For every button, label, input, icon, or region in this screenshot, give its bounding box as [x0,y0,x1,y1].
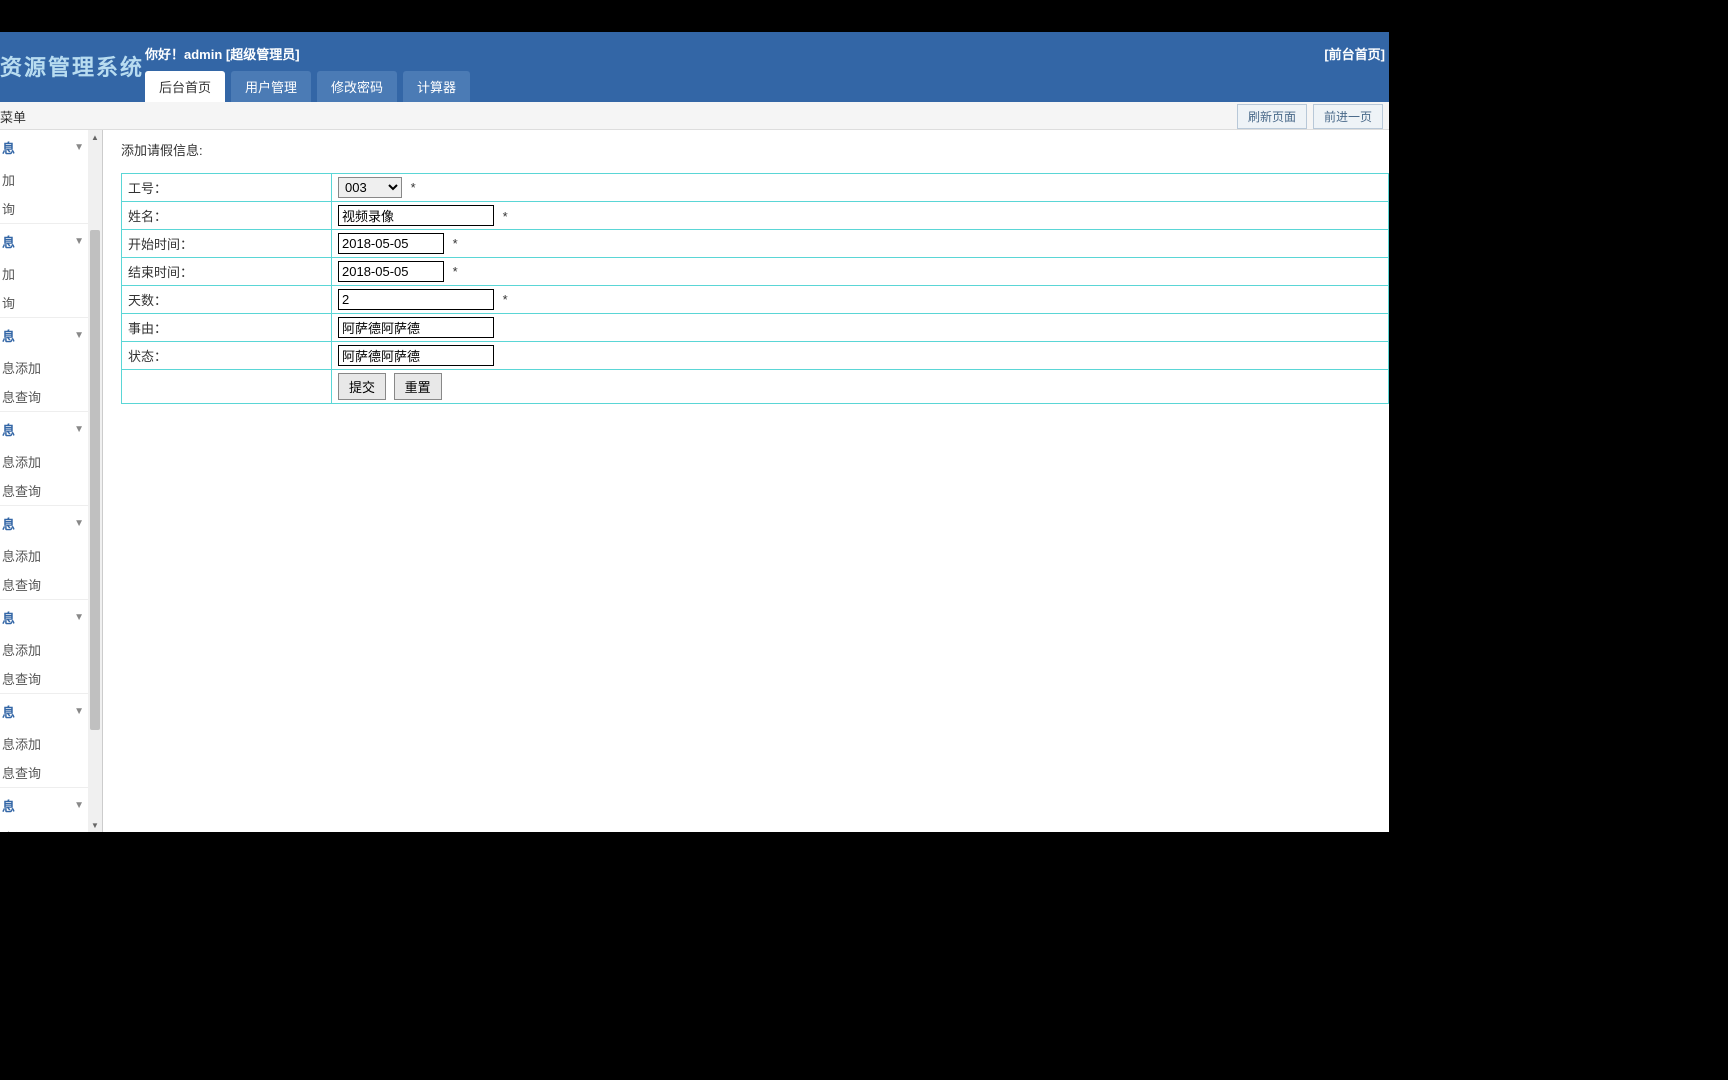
sidebar-item[interactable]: 息查询 [0,664,102,693]
required-star: * [503,292,508,307]
submit-button[interactable]: 提交 [338,373,386,400]
sidebar-item[interactable]: 息添加 [0,353,102,382]
start-time-label: 开始时间： [122,230,332,258]
sidebar-group-head[interactable]: 息▼ [0,506,102,541]
sidebar-item[interactable]: 息添加 [0,635,102,664]
start-time-input[interactable] [338,233,444,254]
sidebar-item[interactable]: 息查询 [0,570,102,599]
greeting-text: 你好！admin [超级管理员] [145,44,300,63]
status-label: 状态： [122,342,332,370]
chevron-down-icon: ▼ [74,800,84,811]
tab-user-mgmt[interactable]: 用户管理 [231,71,311,102]
required-star: * [453,264,458,279]
chevron-down-icon: ▼ [74,706,84,717]
sidebar-group-head[interactable]: 息▼ [0,600,102,635]
sidebar-item[interactable]: 询 [0,288,102,317]
reason-label: 事由： [122,314,332,342]
sidebar-group-label: 息 [2,326,15,345]
days-label: 天数： [122,286,332,314]
sidebar-group-label: 息 [2,514,15,533]
end-time-input[interactable] [338,261,444,282]
tab-backend-home[interactable]: 后台首页 [145,71,225,102]
sidebar-group-head[interactable]: 息▼ [0,788,102,823]
toolbar: 菜单 刷新页面 前进一页 [0,102,1389,130]
sidebar-group-label: 息 [2,232,15,251]
name-label: 姓名： [122,202,332,230]
scroll-down-icon[interactable]: ▼ [90,820,100,830]
chevron-down-icon: ▼ [74,142,84,153]
end-time-label: 结束时间： [122,258,332,286]
sidebar: 息▼加询息▼加询息▼息添加息查询息▼息添加息查询息▼息添加息查询息▼息添加息查询… [0,130,103,832]
sidebar-group-label: 息 [2,138,15,157]
sidebar-group-label: 息 [2,702,15,721]
sidebar-item[interactable]: 询 [0,194,102,223]
chevron-down-icon: ▼ [74,330,84,341]
emp-id-select[interactable]: 003 [338,177,402,198]
sidebar-item[interactable]: 息查询 [0,758,102,787]
form-title: 添加请假信息: [121,140,1389,159]
front-homepage-link[interactable]: [前台首页] [1324,44,1385,63]
tab-calculator[interactable]: 计算器 [403,71,470,102]
sidebar-item[interactable]: 息查询 [0,476,102,505]
tab-change-pwd[interactable]: 修改密码 [317,71,397,102]
sidebar-group-label: 息 [2,796,15,815]
required-star: * [503,209,508,224]
status-input[interactable] [338,345,494,366]
chevron-down-icon: ▼ [74,424,84,435]
chevron-down-icon: ▼ [74,612,84,623]
sidebar-group-label: 息 [2,608,15,627]
sidebar-group-label: 息 [2,420,15,439]
days-input[interactable] [338,289,494,310]
form-table: 工号： 003 * 姓名： * 开始时间： [121,173,1389,404]
sidebar-item[interactable]: 息添加 [0,823,102,832]
sidebar-item[interactable]: 加 [0,165,102,194]
sidebar-item[interactable]: 加 [0,259,102,288]
sidebar-group-head[interactable]: 息▼ [0,130,102,165]
sidebar-item[interactable]: 息添加 [0,447,102,476]
required-star: * [453,236,458,251]
empty-label [122,370,332,404]
sidebar-group-head[interactable]: 息▼ [0,318,102,353]
system-name: 资源管理系统 [0,50,144,82]
sidebar-item[interactable]: 息添加 [0,541,102,570]
emp-id-label: 工号： [122,174,332,202]
required-star: * [411,180,416,195]
refresh-button[interactable]: 刷新页面 [1237,104,1307,129]
sidebar-item[interactable]: 息添加 [0,729,102,758]
name-input[interactable] [338,205,494,226]
scroll-up-icon[interactable]: ▲ [90,132,100,142]
reset-button[interactable]: 重置 [394,373,442,400]
scroll-thumb[interactable] [90,230,100,730]
sidebar-group-head[interactable]: 息▼ [0,224,102,259]
forward-button[interactable]: 前进一页 [1313,104,1383,129]
chevron-down-icon: ▼ [74,236,84,247]
main-content: 添加请假信息: 工号： 003 * 姓名： * [103,130,1389,832]
sidebar-scrollbar[interactable]: ▲ ▼ [88,130,102,832]
nav-tabs: 后台首页 用户管理 修改密码 计算器 [145,71,470,102]
sidebar-group-head[interactable]: 息▼ [0,694,102,729]
reason-input[interactable] [338,317,494,338]
sidebar-item[interactable]: 息查询 [0,382,102,411]
sidebar-group-head[interactable]: 息▼ [0,412,102,447]
chevron-down-icon: ▼ [74,518,84,529]
header: 资源管理系统 你好！admin [超级管理员] [前台首页] 后台首页 用户管理… [0,32,1389,102]
menu-label: 菜单 [0,107,26,126]
